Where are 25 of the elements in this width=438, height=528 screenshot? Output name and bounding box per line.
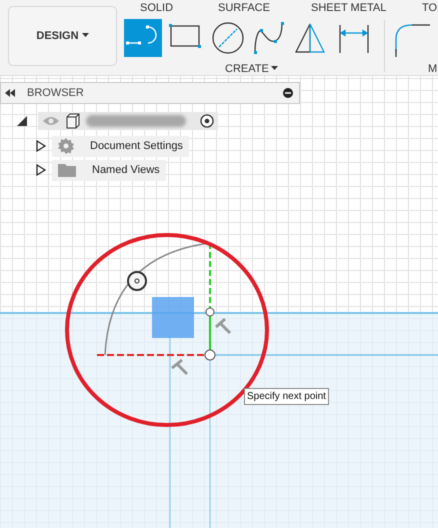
tab[interactable]: SURFACE — [218, 0, 270, 16]
group-label[interactable]: CREATE — [225, 61, 269, 75]
collapse-icon[interactable] — [5, 89, 15, 97]
group-label[interactable]: M — [428, 61, 438, 75]
vertical-line — [209, 316, 211, 351]
tab[interactable]: SOLID — [140, 0, 174, 16]
expand-icon[interactable] — [36, 164, 46, 176]
caret-icon — [82, 33, 89, 38]
minimize-icon[interactable] — [283, 88, 293, 98]
handle-icon[interactable] — [127, 271, 147, 291]
constraint-icon — [170, 358, 188, 376]
expand-icon[interactable] — [16, 115, 28, 127]
cursor-square — [152, 297, 194, 338]
tooltip: Specify next point — [244, 388, 329, 405]
component-icon — [66, 113, 80, 129]
tab[interactable]: SHEET METAL — [311, 0, 386, 16]
panel-title: BROWSER — [27, 86, 85, 101]
tab[interactable]: TO — [422, 0, 438, 16]
activate-icon[interactable] — [200, 114, 214, 128]
vertical-guide — [209, 243, 211, 310]
point-icon — [206, 308, 214, 316]
workspace-button[interactable]: DESIGN — [8, 6, 117, 66]
folder-icon — [58, 163, 76, 178]
constraint-icon — [214, 318, 232, 334]
expand-icon[interactable] — [36, 140, 46, 152]
